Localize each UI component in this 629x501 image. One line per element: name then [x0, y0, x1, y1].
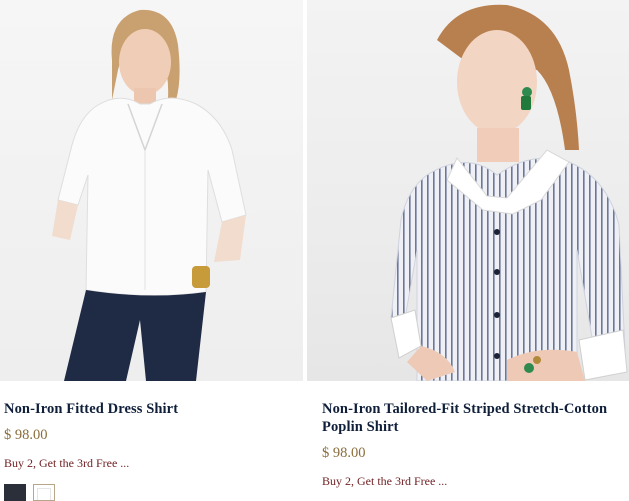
product-image[interactable]: [0, 0, 303, 381]
product-image[interactable]: [307, 0, 629, 381]
product-price: $ 98.00: [4, 427, 48, 443]
product-card[interactable]: Non-Iron Fitted Dress Shirt $ 98.00 Buy …: [0, 0, 303, 501]
color-swatch-navy[interactable]: [4, 484, 26, 501]
product-price: $ 98.00: [322, 445, 366, 461]
product-title[interactable]: Non-Iron Tailored-Fit Striped Stretch-Co…: [322, 400, 622, 436]
product-card[interactable]: Non-Iron Tailored-Fit Striped Stretch-Co…: [307, 0, 629, 488]
model-white-shirt-illustration: [52, 9, 247, 381]
model-striped-shirt-illustration: [390, 4, 628, 381]
promo-link[interactable]: Buy 2, Get the 3rd Free ...: [322, 474, 447, 489]
promo-link[interactable]: Buy 2, Get the 3rd Free ...: [4, 456, 129, 471]
color-swatch-white[interactable]: [33, 484, 55, 501]
product-title[interactable]: Non-Iron Fitted Dress Shirt: [4, 400, 299, 418]
